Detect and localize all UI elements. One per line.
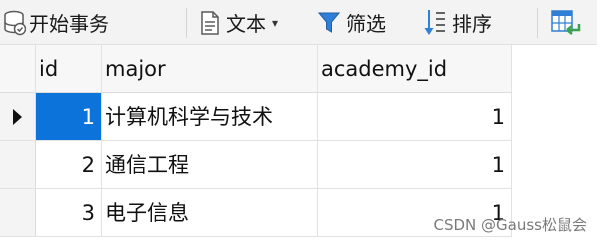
sort-button[interactable]: 排序 (424, 0, 492, 45)
filter-label: 筛选 (346, 12, 386, 36)
data-grid: id major academy_id 1 计算机科学与技术 1 2 通信工程 … (0, 45, 597, 241)
toolbar: 开始事务 文本 ▾ 筛选 排序 (0, 0, 597, 45)
table-row[interactable]: 2 通信工程 1 (0, 141, 597, 189)
toolbar-divider (537, 8, 538, 38)
row-marker[interactable] (0, 141, 36, 189)
column-header-major[interactable]: major (102, 45, 318, 93)
cell-academy-id[interactable]: 1 (318, 93, 512, 141)
current-row-arrow-icon (13, 109, 22, 125)
cell-academy-id[interactable]: 1 (318, 141, 512, 189)
cell-major[interactable]: 计算机科学与技术 (102, 93, 318, 141)
watermark-text: CSDN @Gauss松鼠会 (433, 216, 588, 234)
row-marker[interactable] (0, 93, 36, 141)
table-row[interactable]: 1 计算机科学与技术 1 (0, 93, 597, 141)
filter-button[interactable]: 筛选 (318, 0, 386, 45)
cell-id[interactable]: 3 (36, 189, 102, 237)
import-export-button[interactable] (551, 0, 581, 45)
cell-id[interactable]: 2 (36, 141, 102, 189)
table-arrow-icon (551, 8, 581, 38)
filter-icon (318, 11, 340, 35)
toolbar-divider (186, 8, 187, 38)
grid-empty-area (0, 237, 597, 241)
row-marker-header (0, 45, 36, 93)
database-transaction-icon (4, 10, 26, 36)
sort-icon (424, 8, 446, 38)
begin-transaction-button[interactable]: 开始事务 (4, 0, 109, 45)
text-button[interactable]: 文本 ▾ (200, 0, 278, 45)
chevron-down-icon: ▾ (272, 15, 279, 30)
cell-major[interactable]: 电子信息 (102, 189, 318, 237)
sort-label: 排序 (452, 12, 492, 36)
table-header-row: id major academy_id (0, 45, 597, 93)
row-marker[interactable] (0, 189, 36, 237)
document-icon (200, 10, 220, 36)
cell-id[interactable]: 1 (36, 93, 102, 141)
begin-transaction-label: 开始事务 (29, 12, 109, 36)
column-header-id[interactable]: id (36, 45, 102, 93)
column-header-academy-id[interactable]: academy_id (318, 45, 512, 93)
text-label: 文本 (226, 12, 266, 36)
cell-major[interactable]: 通信工程 (102, 141, 318, 189)
